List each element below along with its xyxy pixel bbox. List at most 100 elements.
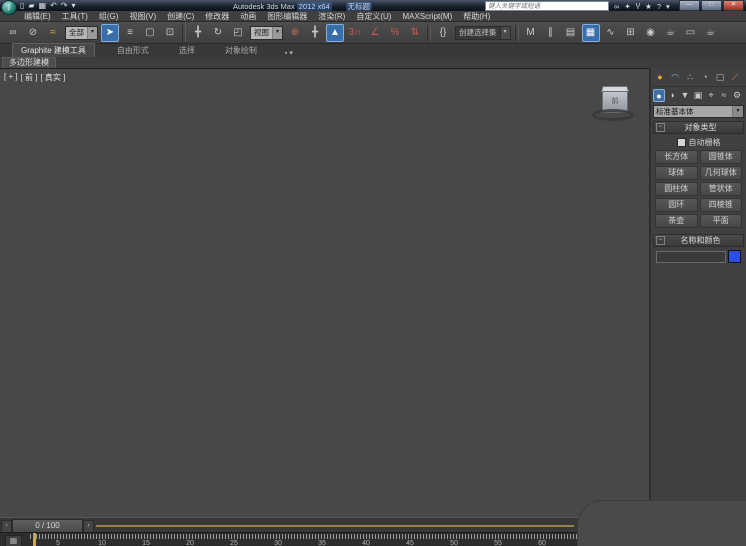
menu-item-5[interactable]: 修改器	[205, 11, 229, 22]
menu-item-7[interactable]: 图形编辑器	[267, 11, 307, 22]
schematic-view-icon[interactable]: ⊞	[622, 24, 640, 42]
application-menu-button[interactable]: ʃ	[1, 0, 17, 15]
ribbon-tab-1[interactable]: 自由形式	[109, 44, 157, 57]
viewport-menu-shading[interactable]: [ 真实 ]	[40, 72, 65, 83]
viewcube-compass-ring[interactable]	[592, 109, 634, 121]
selection-filter-dropdown[interactable]: 全部▾	[65, 26, 98, 40]
select-and-move-icon[interactable]: ╋	[189, 24, 207, 42]
systems-category[interactable]: ⚙	[731, 89, 743, 102]
quick-access-dropdown-icon[interactable]: ▾	[72, 1, 76, 11]
ribbon-overflow-button[interactable]: ▪ ▾	[285, 49, 293, 57]
primitive-type-dropdown[interactable]: 标准基本体 ▾	[653, 105, 744, 118]
ribbon-tab-3[interactable]: 对象绘制	[217, 44, 265, 57]
layer-manager-icon[interactable]: ▤	[562, 24, 580, 42]
minimize-button[interactable]: —	[679, 0, 700, 11]
mirror-icon[interactable]: M	[522, 24, 540, 42]
geometry-category[interactable]: ●	[653, 89, 665, 102]
primitive-button-5[interactable]: 管状体	[700, 182, 743, 196]
spinner-snap-toggle-icon[interactable]: ⇅	[406, 24, 424, 42]
open-file-icon[interactable]: ▰	[28, 1, 34, 11]
curve-editor-icon[interactable]: ∿	[602, 24, 620, 42]
primitive-button-8[interactable]: 茶壶	[655, 214, 698, 228]
space-warps-category[interactable]: ≈	[718, 89, 730, 102]
communication-icon[interactable]: Ⴤ	[636, 2, 640, 11]
edit-named-selection-sets-icon[interactable]: {}	[434, 24, 452, 42]
rectangular-selection-region-icon[interactable]: ▢	[141, 24, 159, 42]
ribbon-tab-2[interactable]: 选择	[171, 44, 203, 57]
object-color-swatch[interactable]	[728, 250, 741, 263]
render-production-icon[interactable]: ☕	[702, 24, 720, 42]
viewcube[interactable]: 前	[591, 83, 637, 123]
hierarchy-tab[interactable]: ∴	[684, 71, 696, 84]
percent-snap-toggle-icon[interactable]: %	[386, 24, 404, 42]
save-file-icon[interactable]: ▦	[39, 1, 47, 11]
select-and-link-icon[interactable]: ∞	[4, 24, 22, 42]
utilities-tab[interactable]: ⟋	[729, 71, 741, 84]
help-icon[interactable]: ?	[657, 2, 661, 11]
subscription-key-icon[interactable]: ✦	[624, 2, 630, 11]
cameras-category[interactable]: ▣	[692, 89, 704, 102]
use-pivot-point-center-icon[interactable]: ⊕	[286, 24, 304, 42]
select-and-rotate-icon[interactable]: ↻	[209, 24, 227, 42]
display-tab[interactable]: ▢	[714, 71, 726, 84]
time-slider-groove[interactable]	[96, 525, 574, 527]
time-slider-handle[interactable]: 0 / 100	[12, 519, 83, 533]
object-name-field[interactable]	[656, 251, 726, 263]
track-bar-ruler[interactable]: 51015202530354045505560	[26, 533, 586, 546]
rendered-frame-window-icon[interactable]: ▭	[682, 24, 700, 42]
dropdown-arrow-icon[interactable]: ▾	[87, 27, 97, 39]
lights-category[interactable]: ▼	[679, 89, 691, 102]
select-and-scale-icon[interactable]: ◰	[229, 24, 247, 42]
help-dropdown-icon[interactable]: ▾	[666, 2, 670, 11]
menu-item-1[interactable]: 工具(T)	[62, 11, 88, 22]
undo-icon[interactable]: ↶	[50, 1, 57, 11]
menu-item-4[interactable]: 创建(C)	[167, 11, 194, 22]
primitive-button-1[interactable]: 圆锥体	[700, 150, 743, 164]
primitive-button-9[interactable]: 平面	[700, 214, 743, 228]
select-and-manipulate-icon[interactable]: ╋	[306, 24, 324, 42]
primitive-button-2[interactable]: 球体	[655, 166, 698, 180]
menu-item-0[interactable]: 编辑(E)	[24, 11, 51, 22]
dropdown-arrow-icon[interactable]: ▾	[732, 106, 743, 117]
align-icon[interactable]: ∥	[542, 24, 560, 42]
window-crossing-toggle-icon[interactable]: ⊡	[161, 24, 179, 42]
primitive-button-4[interactable]: 圆柱体	[655, 182, 698, 196]
helpers-category[interactable]: ⌖	[705, 89, 717, 102]
name-color-rollout-header[interactable]: − 名称和颜色	[653, 234, 744, 247]
viewport-menu-pov[interactable]: [ 前 ]	[21, 72, 38, 83]
render-setup-icon[interactable]: ☕	[662, 24, 680, 42]
menu-item-6[interactable]: 动画	[240, 11, 256, 22]
search-icon[interactable]: ∞	[614, 2, 619, 11]
autogrid-checkbox[interactable]	[677, 138, 686, 147]
collapse-icon[interactable]: −	[656, 123, 665, 132]
mini-curve-editor-button[interactable]: ▦	[5, 535, 22, 546]
new-scene-icon[interactable]: ▯	[20, 1, 24, 11]
material-editor-icon[interactable]: ◉	[642, 24, 660, 42]
keyboard-shortcut-override-icon[interactable]: ▲	[326, 24, 344, 42]
select-by-name-icon[interactable]: ≡	[121, 24, 139, 42]
collapse-icon[interactable]: −	[656, 236, 665, 245]
ribbon-panel-polygon-modeling[interactable]: 多边形建模	[2, 57, 56, 68]
object-type-rollout-header[interactable]: − 对象类型	[653, 121, 744, 134]
ribbon-tab-0[interactable]: Graphite 建模工具	[12, 43, 95, 57]
menu-item-2[interactable]: 组(G)	[99, 11, 119, 22]
primitive-button-7[interactable]: 四棱锥	[700, 198, 743, 212]
viewport-front[interactable]: [ + ] [ 前 ] [ 真实 ] 前	[0, 68, 649, 517]
create-tab[interactable]: ●	[654, 71, 666, 84]
menu-item-8[interactable]: 渲染(R)	[318, 11, 345, 22]
menu-item-9[interactable]: 自定义(U)	[356, 11, 391, 22]
viewport-menu-general[interactable]: [ + ]	[4, 72, 18, 83]
dropdown-arrow-icon[interactable]: ▾	[500, 27, 510, 39]
primitive-button-6[interactable]: 圆环	[655, 198, 698, 212]
bind-to-space-warp-icon[interactable]: ≈	[44, 24, 62, 42]
motion-tab[interactable]: ◔	[699, 71, 711, 84]
angle-snap-toggle-icon[interactable]: ∠	[366, 24, 384, 42]
menu-item-3[interactable]: 视图(V)	[129, 11, 156, 22]
close-button[interactable]: ✕	[723, 0, 744, 11]
graphite-modeling-tools-toggle-icon[interactable]: ▦	[582, 24, 600, 42]
menu-item-10[interactable]: MAXScript(M)	[402, 12, 452, 21]
select-object-icon[interactable]: ➤	[101, 24, 119, 42]
menu-item-11[interactable]: 帮助(H)	[463, 11, 490, 22]
named-selection-sets-dropdown[interactable]: 创建选择集▾	[455, 26, 511, 40]
dropdown-arrow-icon[interactable]: ▾	[272, 27, 282, 39]
